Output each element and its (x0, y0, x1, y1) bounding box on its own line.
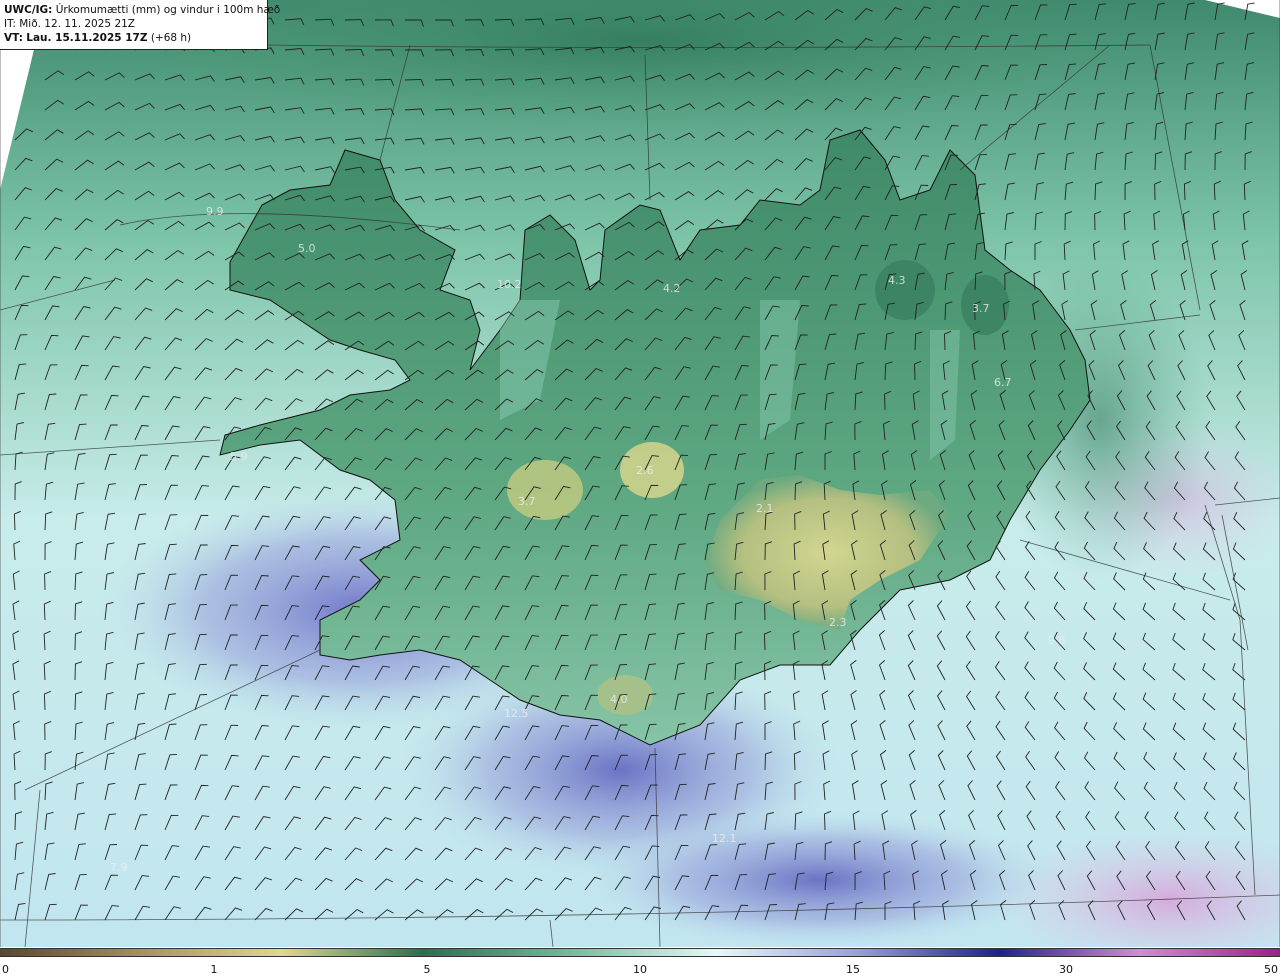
colorbar-tick: 0 (2, 963, 9, 976)
value-label: 3.7 (972, 302, 990, 315)
colorbar-tick: 30 (1059, 963, 1073, 976)
colorbar-tick: 50 (1264, 963, 1278, 976)
value-label: 9.8 (1048, 634, 1066, 647)
colorbar-tick: 5 (423, 963, 431, 976)
colorbar-gradient (0, 948, 1280, 957)
value-label: 3.7 (518, 495, 536, 508)
map-panel: 9.9 5.0 10.2 4.2 4.3 3.7 5.9 3.7 2.6 2.1… (0, 0, 1280, 947)
value-label: 5.0 (298, 242, 316, 255)
value-label: 4.2 (663, 282, 681, 295)
valid-label: VT: (4, 32, 23, 44)
model-name: UWC/IG: (4, 4, 53, 16)
valid-time-line: VT: Lau. 15.11.2025 17Z (+68 h) (4, 31, 263, 45)
value-label: 12.1 (712, 832, 737, 845)
value-label: 2.1 (756, 502, 774, 515)
value-label: 5.9 (230, 450, 248, 463)
value-label: 12.5 (504, 707, 529, 720)
init-time: IT: Mið. 12. 11. 2025 21Z (4, 18, 135, 30)
value-label: 9.9 (206, 205, 224, 218)
map-header: UWC/IG: Úrkomumætti (mm) og vindur i 100… (0, 0, 280, 50)
value-label: 2.6 (636, 464, 654, 477)
colorbar-tick: 1 (210, 963, 218, 976)
value-label: 2.3 (829, 616, 847, 629)
colorbar-tick: 15 (846, 963, 860, 976)
lead-time: (+68 h) (150, 32, 192, 44)
product-title: Úrkomumætti (mm) og vindur i 100m hæð (55, 4, 281, 16)
value-label: 7.9 (110, 861, 128, 874)
precipitation-map: 9.9 5.0 10.2 4.2 4.3 3.7 5.9 3.7 2.6 2.1… (0, 0, 1280, 947)
value-label: 6.7 (994, 376, 1012, 389)
value-label: 4.0 (610, 693, 628, 706)
value-label: 4.3 (888, 274, 906, 287)
valid-time: Lau. 15.11.2025 17Z (26, 32, 148, 44)
colorbar-tick: 10 (633, 963, 647, 976)
langjokull-area (507, 460, 583, 520)
value-label: 10.2 (497, 278, 522, 291)
colorbar: 0 1 5 10 15 30 50 (0, 947, 1280, 978)
header-title-line: UWC/IG: Úrkomumætti (mm) og vindur i 100… (4, 3, 280, 17)
